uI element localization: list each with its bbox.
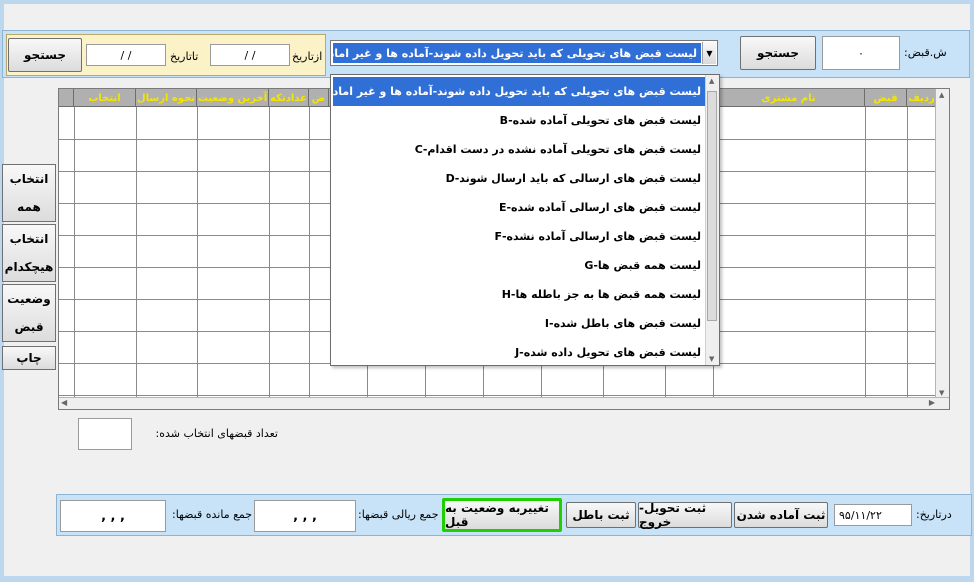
grid-col-partial[interactable]: ض xyxy=(309,89,329,107)
print-button[interactable]: چاپ xyxy=(2,346,56,370)
grid-col-row[interactable]: ردیف xyxy=(907,89,937,107)
from-date-label: ازتاریخ xyxy=(292,50,323,63)
receipt-search-button[interactable]: جستجو xyxy=(740,36,816,70)
remaining-total-label: جمع مانده قبضها: xyxy=(172,508,253,521)
dropdown-option[interactable]: لیست همه قبض ها به جز باطله ها-H xyxy=(333,280,705,309)
list-type-select[interactable]: لیست قبض های تحویلی که باید تحویل داده ش… xyxy=(330,40,718,66)
dropdown-option[interactable]: لیست قبض های ارسالی که باید ارسال شوند-D xyxy=(333,164,705,193)
grid-col-send-method[interactable]: نحوه ارسال xyxy=(136,89,197,107)
register-ready-button[interactable]: ثبت آماده شدن xyxy=(734,502,828,528)
date-search-button[interactable]: جستجو xyxy=(8,38,82,72)
grid-column-line xyxy=(197,107,198,399)
register-delivery-button[interactable]: ثبت تحویل-خروج xyxy=(638,501,732,529)
to-date-input[interactable]: / / xyxy=(86,44,166,66)
dropdown-option[interactable]: لیست قبض های تحویلی که باید تحویل داده ش… xyxy=(333,77,705,106)
dropdown-scrollbar[interactable]: ▲ ▼ xyxy=(705,75,719,365)
action-date-label: درتاریخ: xyxy=(916,508,952,521)
grid-col-piece-count[interactable]: عدادتکه xyxy=(269,89,309,107)
to-date-label: تاتاریخ xyxy=(170,50,199,63)
grid-column-line xyxy=(74,107,75,399)
grid-column-line xyxy=(136,107,137,399)
list-type-dropdown[interactable]: لیست قبض های تحویلی که باید تحویل داده ش… xyxy=(330,74,720,366)
grid-col-blank xyxy=(59,89,74,107)
register-void-button[interactable]: ثبت باطل xyxy=(566,502,636,528)
window-frame-bottom xyxy=(0,576,974,582)
dropdown-option[interactable]: لیست قبض های ارسالی آماده نشده-F xyxy=(333,222,705,251)
dropdown-option[interactable]: لیست قبض های تحویلی آماده نشده در دست اق… xyxy=(333,135,705,164)
grid-col-select[interactable]: انتخاب xyxy=(74,89,136,107)
window-frame-top xyxy=(0,0,974,4)
grid-column-line xyxy=(269,107,270,399)
chevron-down-icon[interactable]: ▼ xyxy=(702,42,716,64)
dropdown-option[interactable]: لیست قبض های ارسالی آماده شده-E xyxy=(333,193,705,222)
from-date-input[interactable]: / / xyxy=(210,44,290,66)
dropdown-option[interactable]: لیست قبض های باطل شده-I xyxy=(333,309,705,338)
receipt-status-button[interactable]: وضعیت قبض xyxy=(2,284,56,342)
remaining-total-field: , , , xyxy=(60,500,166,532)
dropdown-option[interactable]: لیست قبض های تحویلی آماده شده-B xyxy=(333,106,705,135)
dropdown-option[interactable]: لیست همه قبض ها-G xyxy=(333,251,705,280)
grid-col-receipt[interactable]: قبض xyxy=(865,89,907,107)
select-all-button[interactable]: انتخاب همه xyxy=(2,164,56,222)
grid-column-line xyxy=(865,107,866,399)
list-type-selected: لیست قبض های تحویلی که باید تحویل داده ش… xyxy=(333,43,701,63)
select-none-button[interactable]: انتخاب هیچکدام xyxy=(2,224,56,282)
dropdown-scroll-thumb[interactable] xyxy=(707,91,717,321)
grid-col-last-status[interactable]: آخرین وضعیت xyxy=(197,89,269,107)
receipt-number-input[interactable]: ٠ xyxy=(822,36,900,70)
table-row xyxy=(59,395,937,396)
dropdown-option[interactable]: لیست قبض های تحویل داده شده-J xyxy=(333,338,705,367)
rial-total-field: , , , xyxy=(254,500,356,532)
selected-count-field xyxy=(78,418,132,450)
rial-total-label: جمع ریالی قبضها: xyxy=(358,508,439,521)
receipt-number-label: ش.قبض: xyxy=(904,46,947,59)
action-date-input[interactable]: ۹۵/۱۱/۲۲ xyxy=(834,504,912,526)
grid-column-line xyxy=(907,107,908,399)
grid-vertical-scrollbar[interactable]: ▲ ▼ xyxy=(935,89,949,399)
grid-col-customer-name[interactable]: نام مشتری xyxy=(713,89,865,107)
grid-column-line xyxy=(309,107,310,399)
revert-status-button[interactable]: تغییربه وضعیت به قبل xyxy=(442,498,562,532)
selected-count-label: تعداد قبضهای انتخاب شده: xyxy=(155,427,278,440)
grid-horizontal-scrollbar[interactable]: ◀ ▶ xyxy=(59,397,949,409)
